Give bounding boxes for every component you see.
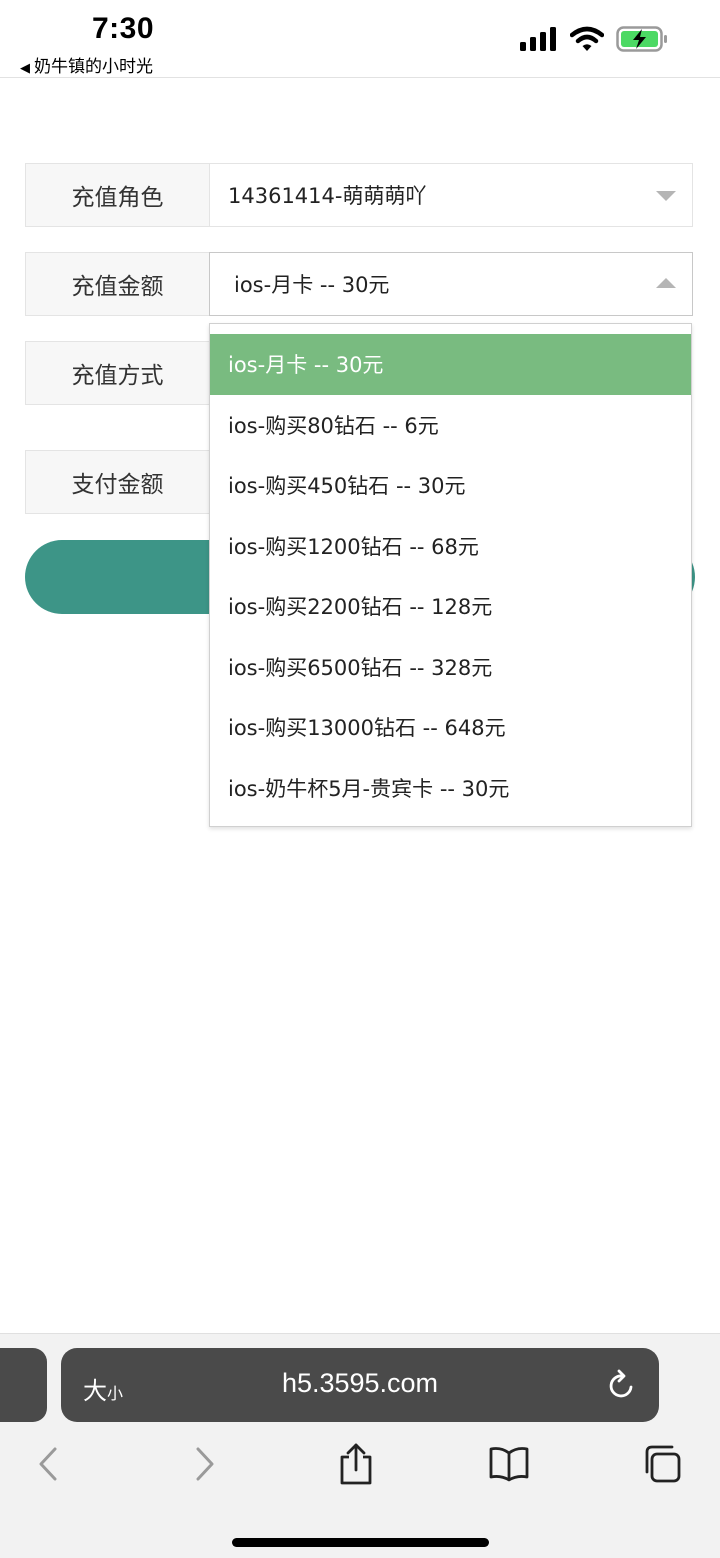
book-icon: [489, 1447, 529, 1482]
url-text: h5.3595.com: [281, 1368, 439, 1398]
recharge-role-label: 充值角色: [25, 163, 210, 227]
share-icon: [340, 1443, 372, 1485]
amount-dropdown-list: ios-月卡 -- 30元 ios-购买80钻石 -- 6元 ios-购买450…: [209, 323, 692, 827]
chevron-left-icon: [39, 1447, 57, 1481]
dropdown-option-selected[interactable]: ios-月卡 -- 30元: [210, 334, 691, 395]
home-indicator: [232, 1538, 489, 1547]
signal-icon: [520, 27, 556, 51]
reload-icon[interactable]: [607, 1369, 637, 1401]
chevron-right-icon: [196, 1447, 214, 1481]
dropdown-option[interactable]: ios-购买2200钻石 -- 128元: [210, 576, 691, 637]
recharge-role-value: 14361414-萌萌萌吖: [228, 184, 427, 208]
share-button[interactable]: [334, 1442, 378, 1486]
chevron-down-icon: [656, 191, 676, 201]
recharge-role-select[interactable]: 14361414-萌萌萌吖: [209, 163, 693, 227]
bookmarks-button[interactable]: [487, 1442, 531, 1486]
dropdown-option[interactable]: ios-购买450钻石 -- 30元: [210, 455, 691, 516]
dropdown-option[interactable]: ios-购买6500钻石 -- 328元: [210, 637, 691, 698]
tabs-button[interactable]: [640, 1442, 684, 1486]
back-button[interactable]: [26, 1442, 70, 1486]
status-icons: [520, 26, 668, 52]
recharge-role-row: 充值角色 14361414-萌萌萌吖: [25, 163, 693, 227]
back-app-label: 奶牛镇的小时光: [34, 57, 153, 77]
dropdown-option[interactable]: ios-购买80钻石 -- 6元: [210, 395, 691, 456]
back-triangle-icon: ◀: [20, 61, 30, 76]
battery-charging-icon: [616, 26, 667, 52]
chevron-up-icon: [656, 278, 676, 288]
recharge-amount-select[interactable]: ios-月卡 -- 30元: [209, 252, 693, 316]
dropdown-option[interactable]: ios-奶牛杯5月-贵宾卡 -- 30元: [210, 758, 691, 819]
browser-bottom-bar: 大小 h5.3595.com: [0, 1333, 720, 1558]
status-bar: 7:30 ◀ 奶牛镇的小时光: [0, 0, 720, 78]
tabs-icon: [645, 1445, 681, 1483]
address-bar[interactable]: 大小 h5.3595.com: [61, 1348, 659, 1422]
browser-toolbar: [0, 1434, 720, 1494]
recharge-method-label: 充值方式: [25, 341, 210, 405]
back-to-app-link[interactable]: ◀ 奶牛镇的小时光: [20, 52, 153, 77]
wifi-icon: [570, 26, 604, 51]
recharge-amount-label: 充值金额: [25, 252, 210, 316]
recharge-amount-value: ios-月卡 -- 30元: [234, 273, 390, 297]
status-time: 7:30: [92, 12, 155, 45]
dropdown-option[interactable]: ios-购买1200钻石 -- 68元: [210, 516, 691, 577]
dropdown-option[interactable]: ios-购买13000钻石 -- 648元: [210, 697, 691, 758]
recharge-amount-row: 充值金额 ios-月卡 -- 30元: [25, 252, 693, 316]
forward-button[interactable]: [183, 1442, 227, 1486]
pay-amount-label: 支付金额: [25, 450, 210, 514]
previous-tab-preview[interactable]: [0, 1348, 47, 1422]
